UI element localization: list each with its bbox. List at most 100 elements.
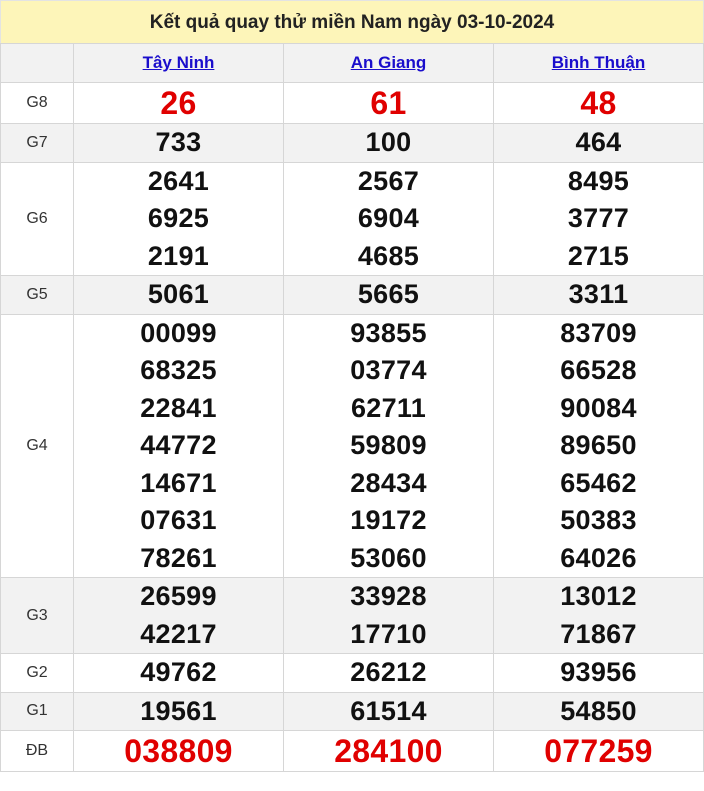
- prize-number: 33928: [350, 581, 427, 611]
- prize-row-g5: G5 5061 5665 3311: [0, 275, 704, 315]
- prize-number: 62711: [350, 392, 427, 423]
- prize-number: 49762: [140, 657, 217, 687]
- prize-cell: 8495 3777 2715: [493, 161, 704, 276]
- prize-number: 3311: [568, 279, 629, 309]
- prize-number: 64026: [560, 542, 637, 573]
- prize-number: 5061: [147, 279, 210, 309]
- prize-number: 2641: [147, 165, 210, 196]
- header-blank: [0, 43, 74, 83]
- prize-cell: 5061: [73, 275, 284, 315]
- prize-row-g8: G8 26 61 48: [0, 82, 704, 124]
- prize-number: 464: [575, 127, 622, 157]
- prize-number: 5665: [357, 279, 420, 309]
- prize-number: 71867: [560, 618, 637, 649]
- prize-cell: 2641 6925 2191: [73, 161, 284, 276]
- prize-number: 8495: [567, 165, 630, 196]
- prize-label: G6: [0, 161, 74, 276]
- prize-label: G3: [0, 577, 74, 654]
- prize-cell: 48: [493, 82, 704, 124]
- prize-number: 03774: [350, 355, 427, 385]
- prize-number: 50383: [560, 505, 637, 535]
- prize-cell: 038809: [73, 730, 284, 772]
- prize-number: 44772: [140, 430, 217, 460]
- prize-number: 00099: [140, 317, 217, 348]
- prize-number: 6925: [147, 203, 210, 233]
- header-province-3: Bình Thuận: [493, 43, 704, 83]
- prize-cell: 3311: [493, 275, 704, 315]
- prize-label: G8: [0, 82, 74, 124]
- prize-label: G2: [0, 653, 74, 693]
- prize-number: 3777: [567, 203, 630, 233]
- prize-number: 22841: [140, 392, 217, 423]
- prize-number: 4685: [357, 240, 420, 271]
- prize-cell: 93855 03774 62711 59809 28434 19172 53060: [283, 313, 494, 578]
- prize-number: 077259: [544, 733, 653, 769]
- prize-cell: 464: [493, 123, 704, 163]
- province-link-binh-thuan[interactable]: Bình Thuận: [552, 53, 645, 72]
- prize-number: 65462: [560, 467, 637, 498]
- results-body: G8 26 61 48 G7 733 100 464 G6 2641 6925 2191 2567 690…: [0, 82, 704, 772]
- prize-cell: 61: [283, 82, 494, 124]
- prize-number: 2191: [147, 240, 210, 271]
- province-link-tay-ninh[interactable]: Tây Ninh: [143, 53, 215, 72]
- prize-number: 6904: [357, 203, 420, 233]
- prize-row-g1: G1 19561 61514 54850: [0, 691, 704, 731]
- prize-number: 733: [155, 127, 202, 157]
- prize-number: 284100: [334, 733, 443, 769]
- prize-number: 83709: [560, 317, 637, 348]
- prize-cell: 26212: [283, 653, 494, 693]
- prize-number: 07631: [140, 505, 217, 535]
- prize-cell: 49762: [73, 653, 284, 693]
- prize-cell: 00099 68325 22841 44772 14671 07631 78261: [73, 313, 284, 578]
- results-panel: Kết quả quay thử miền Nam ngày 03-10-202…: [0, 0, 704, 772]
- province-link-an-giang[interactable]: An Giang: [351, 53, 427, 72]
- prize-number: 68325: [140, 355, 217, 385]
- header-province-1: Tây Ninh: [73, 43, 284, 83]
- prize-number: 53060: [350, 542, 427, 573]
- prize-number: 93855: [350, 317, 427, 348]
- prize-number: 59809: [350, 430, 427, 460]
- prize-label: G7: [0, 123, 74, 163]
- prize-label: G1: [0, 691, 74, 731]
- prize-cell: 19561: [73, 691, 284, 731]
- prize-number: 26: [160, 85, 197, 121]
- results-table: Tây Ninh An Giang Bình Thuận G8 26 61 48 G7 7…: [0, 43, 704, 772]
- prize-number: 90084: [560, 392, 637, 423]
- prize-cell: 733: [73, 123, 284, 163]
- prize-label: ĐB: [0, 730, 74, 772]
- prize-number: 26599: [140, 581, 217, 611]
- prize-row-g2: G2 49762 26212 93956: [0, 653, 704, 693]
- prize-row-db: ĐB 038809 284100 077259: [0, 730, 704, 772]
- prize-row-g6: G6 2641 6925 2191 2567 6904 4685 8495 3777 2715: [0, 161, 704, 276]
- prize-cell: 2567 6904 4685: [283, 161, 494, 276]
- prize-row-g7: G7 733 100 464: [0, 123, 704, 163]
- prize-label: G4: [0, 313, 74, 578]
- prize-cell: 26: [73, 82, 284, 124]
- prize-number: 61514: [350, 695, 427, 726]
- prize-cell: 26599 42217: [73, 577, 284, 654]
- prize-number: 28434: [350, 467, 427, 498]
- prize-number: 78261: [140, 542, 217, 573]
- header-province-2: An Giang: [283, 43, 494, 83]
- prize-number: 26212: [350, 657, 427, 687]
- prize-label: G5: [0, 275, 74, 315]
- prize-cell: 93956: [493, 653, 704, 693]
- prize-cell: 100: [283, 123, 494, 163]
- prize-number: 2715: [567, 240, 630, 271]
- page-title: Kết quả quay thử miền Nam ngày 03-10-202…: [0, 0, 704, 43]
- prize-number: 100: [365, 127, 412, 157]
- header-row: Tây Ninh An Giang Bình Thuận: [0, 43, 704, 83]
- prize-row-g3: G3 26599 42217 33928 17710 13012 71867: [0, 577, 704, 654]
- prize-number: 17710: [350, 618, 427, 649]
- prize-cell: 5665: [283, 275, 494, 315]
- prize-cell: 83709 66528 90084 89650 65462 50383 64026: [493, 313, 704, 578]
- prize-cell: 54850: [493, 691, 704, 731]
- prize-number: 42217: [140, 618, 217, 649]
- prize-number: 61: [370, 85, 407, 121]
- prize-number: 54850: [560, 695, 637, 726]
- prize-number: 19561: [140, 695, 217, 726]
- prize-row-g4: G4 00099 68325 22841 44772 14671 07631 78261 938…: [0, 313, 704, 578]
- prize-cell: 33928 17710: [283, 577, 494, 654]
- prize-cell: 61514: [283, 691, 494, 731]
- prize-number: 66528: [560, 355, 637, 385]
